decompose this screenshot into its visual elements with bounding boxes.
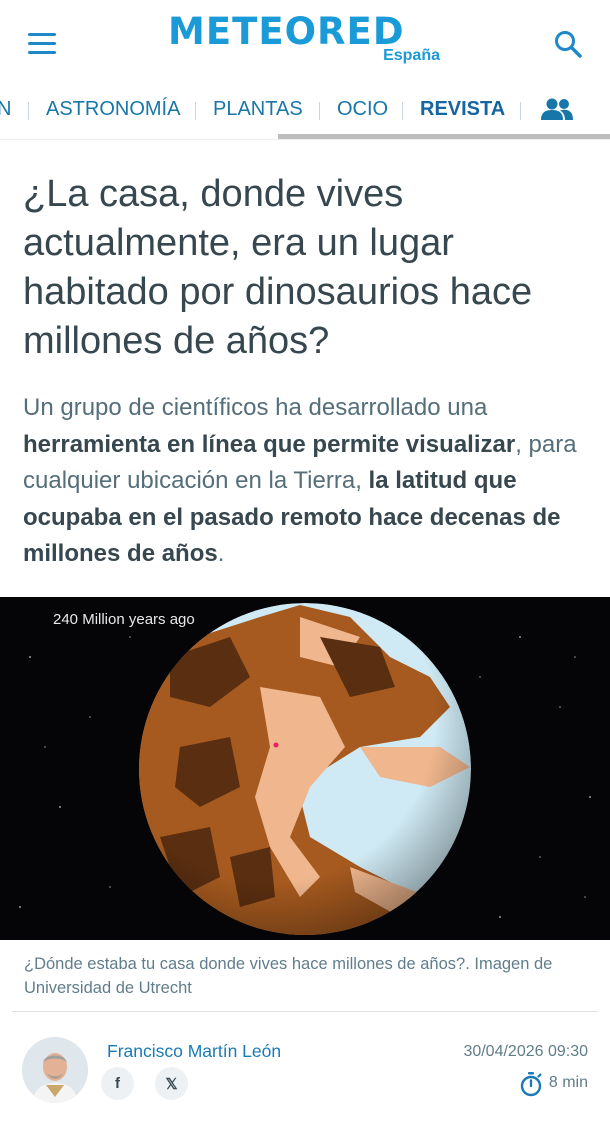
paleo-globe-illustration	[19, 603, 591, 935]
author-photo	[22, 1037, 88, 1103]
nav-item-astronomia[interactable]: ASTRONOMÍA	[46, 98, 180, 121]
lead-text: Un grupo de científicos ha desarrollado …	[23, 394, 488, 421]
nav-item-revista[interactable]: REVISTA	[420, 98, 505, 121]
facebook-label: f	[115, 1075, 120, 1092]
lead-bold: herramienta en línea que permite visuali…	[23, 430, 516, 458]
menu-icon[interactable]	[28, 33, 56, 55]
article-title: ¿La casa, donde vives actualmente, era u…	[23, 173, 533, 362]
article-lead: Un grupo de científicos ha desarrollado …	[23, 390, 593, 573]
nav-separator	[520, 102, 521, 120]
image-caption: ¿Dónde estaba tu casa donde vives hace m…	[24, 955, 553, 997]
lead-text: .	[217, 540, 225, 567]
author-name-link[interactable]: Francisco Martín León	[107, 1041, 281, 1062]
image-time-label: 240 Million years ago	[53, 611, 195, 628]
search-icon[interactable]	[552, 28, 584, 60]
x-label: 𝕏	[165, 1075, 178, 1093]
nav-item-partial[interactable]: N	[0, 98, 11, 121]
section-divider	[12, 1011, 598, 1012]
nav-divider	[0, 139, 610, 140]
nav-item-ocio[interactable]: OCIO	[337, 98, 388, 121]
nav-item-plantas[interactable]: PLANTAS	[213, 98, 303, 121]
author-avatar[interactable]	[22, 1037, 88, 1103]
x-share-icon[interactable]: 𝕏	[155, 1067, 188, 1100]
site-header: METEORED España	[0, 0, 610, 88]
category-nav: N ASTRONOMÍA PLANTAS OCIO REVISTA	[0, 88, 610, 136]
nav-separator	[319, 102, 320, 120]
nav-separator	[28, 102, 29, 120]
publish-date: 30/04/2026 09:30	[463, 1043, 588, 1060]
site-logo[interactable]: METEORED España	[168, 10, 448, 70]
hero-image[interactable]: 240 Million years ago	[0, 597, 610, 940]
facebook-share-icon[interactable]: f	[101, 1067, 134, 1100]
logo-subtitle: España	[383, 47, 440, 64]
read-time: 8 min	[548, 1074, 588, 1091]
stopwatch-icon	[520, 1072, 542, 1097]
community-icon[interactable]	[540, 96, 574, 124]
nav-separator	[402, 102, 403, 120]
nav-separator	[195, 102, 196, 120]
logo-text: METEORED	[168, 10, 405, 53]
